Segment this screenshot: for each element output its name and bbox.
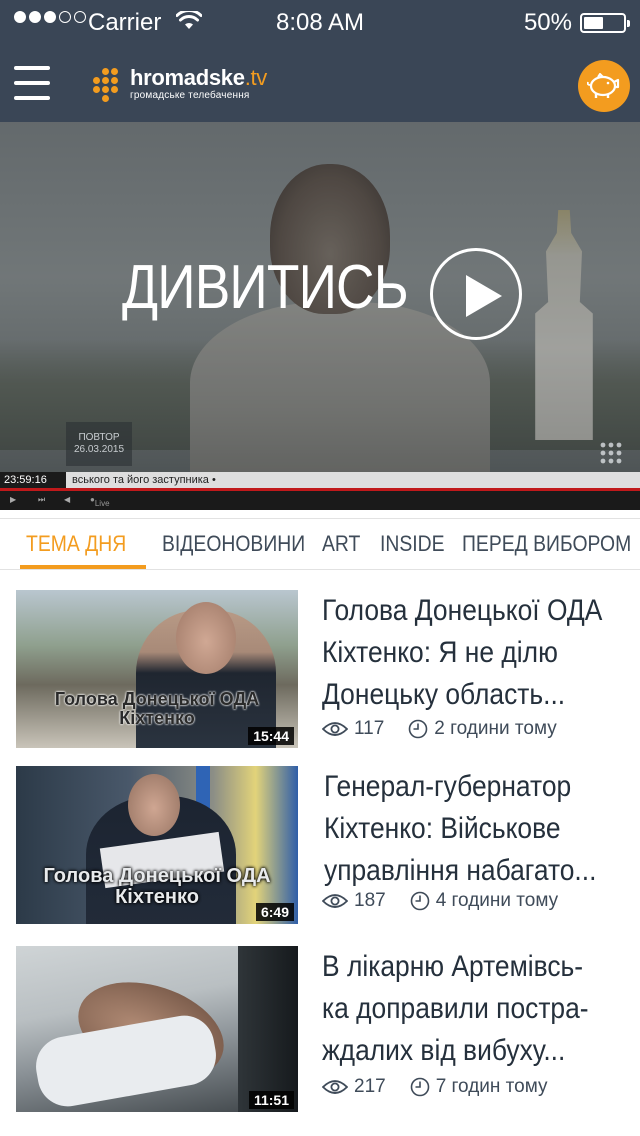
repeat-badge: ПОВТОР 26.03.2015: [66, 422, 132, 466]
app-header: Carrier 8:08 AM 50% hromadske.tv громадс…: [0, 0, 640, 122]
play-small-icon[interactable]: ▶: [10, 495, 16, 504]
eye-icon: [322, 722, 348, 736]
watch-button[interactable]: ДИВИТИСЬ: [122, 248, 522, 340]
video-controls: ▶ ⏭ ◀ ● Live: [0, 491, 640, 510]
clock-icon: [408, 719, 428, 739]
battery-icon: [580, 13, 630, 33]
hromadske-logo[interactable]: hromadske.tv громадське телебачення: [90, 66, 267, 102]
news-thumbnail[interactable]: 11:51: [16, 946, 298, 1112]
tab-inside[interactable]: INSIDE: [380, 519, 445, 569]
volume-icon[interactable]: ◀: [64, 495, 70, 504]
video-duration: 6:49: [255, 903, 294, 921]
tab-videonovyny[interactable]: ВІДЕОНОВИНИ: [162, 519, 305, 569]
news-title[interactable]: Голова Донецької ОДА Кіхтенко: Я не ділю…: [322, 590, 630, 716]
tab-pered-vyborom[interactable]: ПЕРЕД ВИБОРОМ: [462, 519, 631, 569]
ticker-text: вського та його заступника •: [72, 474, 216, 486]
logo-name: hromadske.tv: [130, 65, 268, 90]
publish-time: 2 години тому: [434, 718, 557, 739]
battery-percentage: 50%: [523, 9, 572, 36]
watch-label: ДИВИТИСЬ: [122, 253, 409, 322]
video-duration: 11:51: [248, 1091, 294, 1109]
navigation-bar: hromadske.tv громадське телебачення: [0, 44, 640, 122]
news-meta: 187 4 години тому: [322, 890, 558, 912]
news-title[interactable]: Генерал-губернатор Кіхтенко: Військове у…: [324, 766, 632, 892]
ticker-time: 23:59:16: [0, 472, 66, 488]
view-count: 217: [354, 1076, 386, 1097]
news-item[interactable]: 11:51 В лікарню Артемівсь- ка доправили …: [0, 946, 640, 1112]
view-count: 187: [354, 890, 386, 911]
logo-dots-icon: [90, 66, 126, 102]
thumbnail-caption-line1: Голова Донецької ОДА: [43, 865, 271, 887]
news-thumbnail[interactable]: Голова Донецької ОДА Кіхтенко 6:49: [16, 766, 298, 924]
logo-subtitle: громадське телебачення: [130, 90, 250, 101]
eye-icon: [322, 1080, 348, 1094]
thumbnail-caption-line2: Кіхтенко: [119, 707, 195, 728]
clock-icon: [410, 891, 430, 911]
news-ticker: 23:59:16 вського та його заступника •: [0, 472, 640, 488]
next-icon[interactable]: ⏭: [38, 495, 45, 505]
news-meta: 217 7 годин тому: [322, 1076, 548, 1098]
channel-logo-icon: [600, 442, 622, 464]
publish-time: 7 годин тому: [435, 1076, 548, 1097]
tab-art[interactable]: ART: [322, 519, 360, 569]
category-tabs: ТЕМА ДНЯ ВІДЕОНОВИНИ ART INSIDE ПЕРЕД ВИ…: [0, 518, 640, 570]
news-title[interactable]: В лікарню Артемівсь- ка доправили постра…: [322, 946, 630, 1072]
featured-video[interactable]: ПОВТОР 26.03.2015 23:59:16 вського та йо…: [0, 122, 640, 510]
status-bar: Carrier 8:08 AM 50%: [0, 0, 640, 44]
active-tab-indicator: [20, 565, 146, 569]
publish-time: 4 години тому: [435, 890, 559, 911]
live-label: ● Live: [90, 495, 110, 508]
thumbnail-caption-line1: Голова Донецької ОДА: [54, 689, 260, 709]
piggy-bank-icon[interactable]: [578, 60, 630, 112]
news-meta: 117 2 години тому: [322, 718, 557, 740]
play-icon[interactable]: [430, 248, 522, 340]
news-thumbnail[interactable]: Голова Донецької ОДА Кіхтенко 15:44: [16, 590, 298, 748]
news-item[interactable]: Голова Донецької ОДА Кіхтенко 6:49 Генер…: [0, 766, 640, 932]
clock-icon: [410, 1077, 430, 1097]
eye-icon: [322, 894, 348, 908]
news-item[interactable]: Голова Донецької ОДА Кіхтенко 15:44 Голо…: [0, 590, 640, 756]
video-duration: 15:44: [248, 727, 294, 745]
view-count: 117: [354, 718, 385, 739]
tab-tema-dnia[interactable]: ТЕМА ДНЯ: [26, 519, 126, 569]
hamburger-menu-icon[interactable]: [14, 66, 50, 100]
